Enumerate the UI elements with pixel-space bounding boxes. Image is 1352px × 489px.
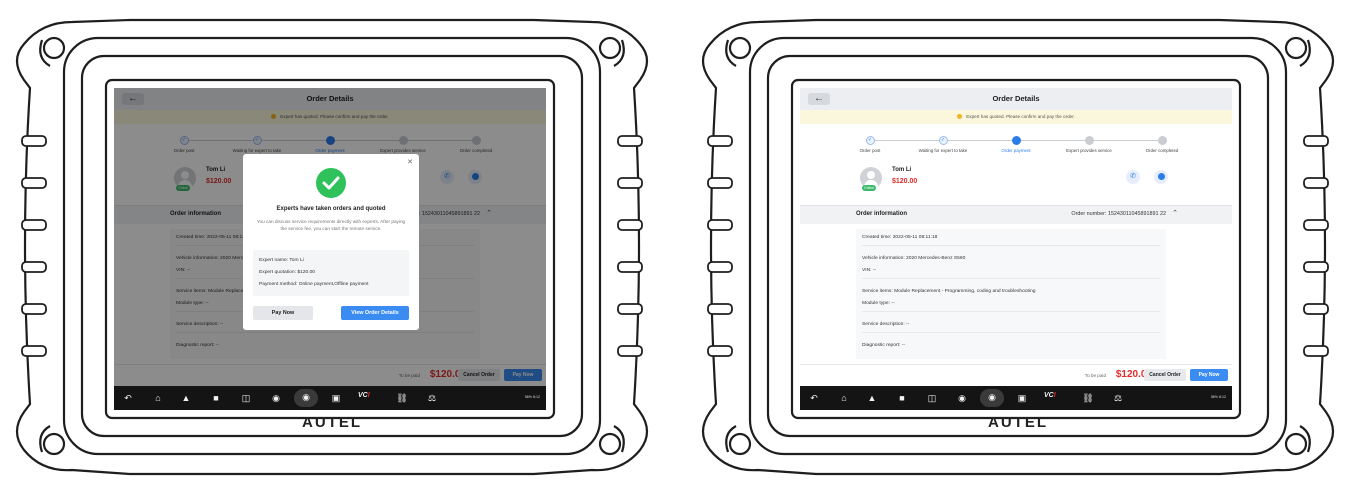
- status-indicators: 56% 8:12: [524, 395, 540, 399]
- expert-price: $120.00: [892, 178, 918, 185]
- tablet-screen: ← Order Details Expert has quoted. Pleas…: [114, 88, 546, 410]
- nav-home-icon[interactable]: ⌂: [836, 390, 852, 406]
- cancel-order-button[interactable]: Cancel Order: [1144, 369, 1186, 381]
- online-badge: Online: [862, 185, 877, 191]
- step-order-payment: Order payment: [976, 136, 1056, 153]
- expert-name-line: Expert name: Tom Li: [259, 258, 304, 263]
- view-order-details-button[interactable]: View Order Details: [341, 306, 409, 320]
- step-expert-service: Expert provides service: [1049, 136, 1129, 153]
- order-info-header[interactable]: Order information Order number: 15243011…: [800, 205, 1232, 224]
- nav-car-icon[interactable]: ⛓: [1080, 390, 1096, 406]
- module-type: Module type: --: [862, 301, 1160, 312]
- nav-browser-icon[interactable]: ◉: [268, 390, 284, 406]
- nav-car-icon[interactable]: ⛓: [394, 390, 410, 406]
- nav-house-icon[interactable]: ▲: [864, 390, 880, 406]
- nav-browser-icon[interactable]: ◉: [954, 390, 970, 406]
- payment-method-line: Payment method: Online payment,Offline p…: [259, 282, 369, 287]
- step-order-post: ✓ Order post: [830, 136, 910, 153]
- dialog-description: You can discuss service requirements dir…: [256, 219, 406, 231]
- step-todo-icon: [1084, 136, 1094, 145]
- step-waiting-expert: ✓ Waiting for expert to take: [903, 136, 983, 153]
- expert-name: Tom Li: [892, 167, 912, 173]
- nav-camera-icon[interactable]: ◉: [980, 389, 1004, 407]
- step-label: Order payment: [1001, 148, 1031, 153]
- title-bar: ← Order Details: [800, 88, 1232, 111]
- page-title: Order Details: [992, 94, 1040, 103]
- nav-recent-icon[interactable]: ■: [894, 390, 910, 406]
- brand-logo: AUTEL: [988, 414, 1048, 431]
- nav-back-icon[interactable]: ↶: [806, 390, 822, 406]
- chat-icon[interactable]: [1154, 170, 1168, 184]
- nav-vci-icon[interactable]: VCI: [1044, 392, 1056, 399]
- step-active-icon: [1011, 136, 1021, 145]
- nav-screen-record-icon[interactable]: ▣: [328, 390, 344, 406]
- quote-summary: Expert name: Tom Li Expert quotation: $1…: [253, 250, 409, 296]
- chevron-up-icon[interactable]: ⌃: [1172, 209, 1178, 217]
- brand-logo: AUTEL: [302, 414, 362, 431]
- step-label: Expert provides service: [1066, 148, 1112, 153]
- nav-camera-icon[interactable]: ◉: [294, 389, 318, 407]
- created-time: Created time: 2022-05-11 08:11:18: [862, 235, 1160, 246]
- nav-home-icon[interactable]: ⌂: [150, 390, 166, 406]
- nav-back-icon[interactable]: ↶: [120, 390, 136, 406]
- tablet-screen: ← Order Details Expert has quoted. Pleas…: [800, 88, 1232, 410]
- order-details-panel: Created time: 2022-05-11 08:11:18 Vehicl…: [856, 229, 1166, 359]
- step-label: Order completed: [1145, 148, 1179, 153]
- expert-quotation-line: Expert quotation: $120.00: [259, 270, 316, 275]
- quote-notice: Expert has quoted. Please confirm and pa…: [800, 110, 1232, 124]
- nav-screen-record-icon[interactable]: ▣: [1014, 390, 1030, 406]
- to-be-paid-label: To be paid: [1084, 373, 1106, 378]
- nav-recent-icon[interactable]: ■: [208, 390, 224, 406]
- nav-vci-icon[interactable]: VCI: [358, 392, 370, 399]
- vin: VIN: --: [862, 268, 1160, 279]
- order-info-label: Order information: [856, 211, 908, 217]
- step-label: Order post: [859, 148, 881, 153]
- nav-split-icon[interactable]: ◫: [238, 390, 254, 406]
- dialog-pay-now-button[interactable]: Pay Now: [253, 306, 313, 320]
- service-description: Service description: --: [862, 322, 1160, 333]
- step-todo-icon: [1157, 136, 1167, 145]
- nav-garage-icon[interactable]: ⚖: [424, 390, 440, 406]
- quote-dialog: ✕ Experts have taken orders and quoted Y…: [243, 154, 419, 330]
- order-number: Order number: 15243011045891891 22: [1071, 211, 1166, 217]
- dialog-title: Experts have taken orders and quoted: [276, 206, 386, 212]
- service-items: Service items: Module Replacement - Prog…: [862, 289, 1036, 294]
- tablet-device-left: ← Order Details Expert has quoted. Pleas…: [2, 4, 662, 486]
- step-done-icon: ✓: [865, 136, 875, 145]
- order-progress-steps: ✓ Order post ✓ Waiting for expert to take …: [800, 128, 1232, 154]
- nav-split-icon[interactable]: ◫: [924, 390, 940, 406]
- check-icon: [316, 168, 346, 198]
- android-navbar: ↶ ⌂ ▲ ■ ◫ ◉ ◉ ▣ VCI ⛓ ⚖ 56% 8:12: [114, 386, 546, 410]
- step-label: Waiting for expert to take: [918, 148, 968, 153]
- step-order-completed: Order completed: [1122, 136, 1202, 153]
- notice-text: Expert has quoted. Please confirm and pa…: [966, 114, 1075, 119]
- diagnostic-report: Diagnostic report: --: [862, 343, 905, 348]
- payment-bar: To be paid $120.00 Cancel Order Pay Now: [800, 364, 1232, 386]
- step-done-icon: ✓: [938, 136, 948, 145]
- nav-house-icon[interactable]: ▲: [178, 390, 194, 406]
- tablet-device-right: ← Order Details Expert has quoted. Pleas…: [688, 4, 1348, 486]
- android-navbar: ↶ ⌂ ▲ ■ ◫ ◉ ◉ ▣ VCI ⛓ ⚖ 56% 8:12: [800, 386, 1232, 410]
- pay-now-button[interactable]: Pay Now: [1190, 369, 1228, 381]
- close-icon[interactable]: ✕: [407, 158, 413, 166]
- notice-dot-icon: [957, 114, 963, 120]
- phone-icon[interactable]: ✆: [1126, 170, 1140, 184]
- status-indicators: 56% 8:12: [1210, 395, 1226, 399]
- expert-card: Online Tom Li $120.00 ✆: [860, 164, 1200, 194]
- vehicle-info: Vehicle information: 2020 Mercedes-Benz …: [862, 256, 966, 261]
- nav-garage-icon[interactable]: ⚖: [1110, 390, 1126, 406]
